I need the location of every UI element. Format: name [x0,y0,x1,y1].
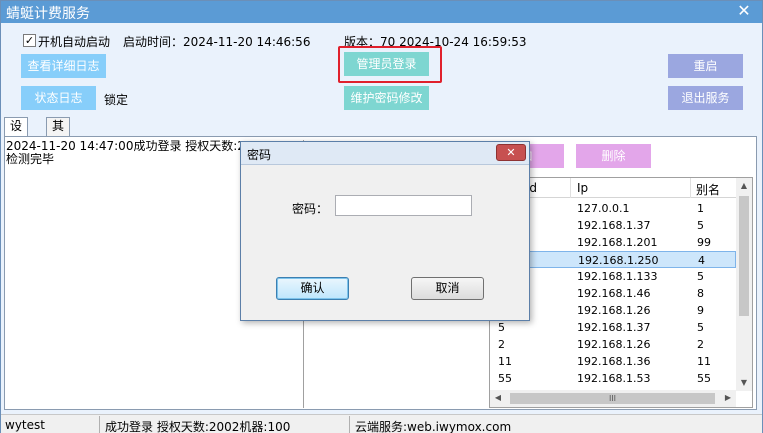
delete-button[interactable]: 删除 [576,144,651,168]
cancel-button[interactable]: 取消 [411,277,484,300]
cell-alias: 11 [697,355,711,368]
highlight-box [338,46,442,83]
cell-ip: 192.168.1.26 [577,338,651,351]
cell-alias: 2 [697,338,704,351]
cell-alias: 5 [697,321,704,334]
cell-ip: 192.168.1.250 [578,254,659,267]
cell-alias: 5 [697,219,704,232]
lock-text: 锁定 [104,93,129,107]
password-label: 密码： [292,202,329,216]
table-row[interactable]: 2 192.168.1.26 2 [490,336,736,353]
dialog-title: 密码 [247,148,272,162]
cell-alias: 99 [697,236,711,249]
cell-ip: 192.168.1.133 [577,270,658,283]
status-bar: wytest 成功登录 授权天数:2002机器:100 云端服务:web.iwy… [1,414,762,433]
status-cloud: 云端服务:web.iwymox.com [355,420,512,433]
autostart-label: 开机自动启动 [38,35,111,49]
table-row[interactable]: 55 192.168.1.53 55 [490,370,736,387]
main-window: 蜻蜓计费服务 ✕ ✓ 开机自动启动 启动时间：2024-11-20 14:46:… [0,0,763,433]
cell-id: 5 [498,321,505,334]
table-row[interactable]: 11 192.168.1.36 11 [490,353,736,370]
cell-alias: 1 [697,202,704,215]
cell-ip: 192.168.1.53 [577,372,651,385]
cell-ip: 192.168.1.46 [577,287,651,300]
cell-ip: 192.168.1.37 [577,219,651,232]
cell-id: 55 [498,372,512,385]
view-log-button[interactable]: 查看详细日志 [21,54,106,78]
password-dialog: 密码 ✕ 密码： 确认 取消 [240,141,530,321]
table-row[interactable]: 5 192.168.1.37 5 [490,319,736,336]
cell-ip: 127.0.0.1 [577,202,630,215]
scroll-down-icon[interactable]: ▼ [736,375,752,391]
exit-service-button[interactable]: 退出服务 [668,86,743,110]
dialog-close-icon[interactable]: ✕ [496,144,526,161]
cell-ip: 192.168.1.37 [577,321,651,334]
horizontal-scroll-thumb[interactable]: III [510,393,715,404]
dialog-title-bar: 密码 ✕ [241,142,529,165]
cell-ip: 192.168.1.26 [577,304,651,317]
status-log-button[interactable]: 状态日志 [21,86,96,110]
cell-alias: 5 [697,270,704,283]
tab-other[interactable]: 其他 [46,117,71,150]
cell-alias: 8 [697,287,704,300]
cell-alias: 4 [698,254,705,267]
scroll-left-icon[interactable]: ◀ [490,390,506,406]
cell-alias: 55 [697,372,711,385]
vertical-scrollbar[interactable]: ▲ ▼ [736,178,752,391]
scroll-up-icon[interactable]: ▲ [736,178,752,194]
status-user: wytest [5,418,45,432]
status-message: 成功登录 授权天数:2002机器:100 [105,420,291,433]
column-header-ip[interactable]: Ip [577,181,588,195]
restart-button[interactable]: 重启 [668,54,743,78]
horizontal-scrollbar[interactable]: ◀ III ▶ [490,390,736,407]
vertical-scroll-thumb[interactable] [739,196,749,316]
cell-alias: 9 [697,304,704,317]
title-bar: 蜻蜓计费服务 ✕ [1,1,762,23]
tab-settings[interactable]: 设置 [4,117,29,150]
confirm-button[interactable]: 确认 [276,277,349,300]
cell-ip: 192.168.1.201 [577,236,658,249]
column-header-alias[interactable]: 别名 [696,181,720,198]
cell-id: 11 [498,355,512,368]
close-icon[interactable]: ✕ [734,2,754,20]
password-input[interactable] [335,195,472,216]
autostart-checkbox[interactable]: ✓ [23,34,36,47]
cell-id: 2 [498,338,505,351]
cell-ip: 192.168.1.36 [577,355,651,368]
scroll-right-icon[interactable]: ▶ [720,390,736,406]
start-time-text: 启动时间：2024-11-20 14:46:56 [123,35,311,49]
window-title: 蜻蜓计费服务 [6,6,90,22]
change-password-button[interactable]: 维护密码修改 [344,86,429,110]
